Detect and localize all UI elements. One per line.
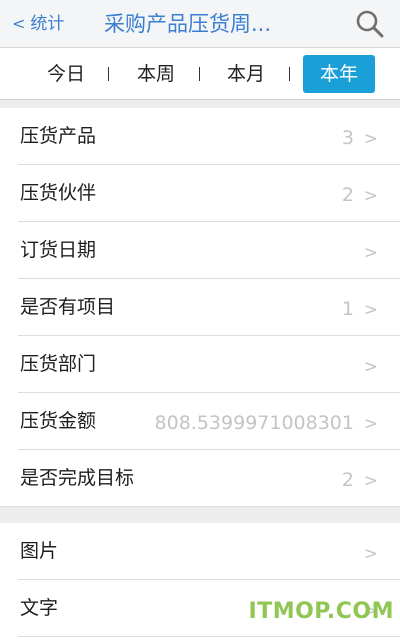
list-item-has-project[interactable]: 是否有项目 1 > [0, 279, 400, 336]
back-button-label: 统计 [30, 14, 65, 34]
section-gap [0, 507, 400, 523]
list-item-stock-department[interactable]: 压货部门 > [0, 336, 400, 393]
chevron-left-icon: < [12, 14, 26, 33]
list-item-order-date[interactable]: 订货日期 > [0, 222, 400, 279]
list-item-images[interactable]: 图片 > [0, 523, 400, 580]
list-item-label: 文字 [20, 597, 59, 619]
back-button[interactable]: < 统计 [12, 12, 64, 36]
section-gap [0, 100, 400, 108]
search-button[interactable] [354, 8, 386, 40]
list-item-label: 压货产品 [20, 125, 97, 147]
list-item-value: 808.5399971008301 [154, 412, 354, 434]
page-title: 采购产品压货周... [104, 12, 272, 36]
list-item-value: 1 [341, 298, 354, 320]
search-icon [356, 10, 384, 38]
list-item-target-completed[interactable]: 是否完成目标 2 > [0, 450, 400, 507]
tab-divider [289, 67, 290, 81]
list-item-stock-amount[interactable]: 压货金额 808.5399971008301 > [0, 393, 400, 450]
period-tabs: 今日 本周 本月 本年 [0, 48, 400, 100]
chevron-right-icon: > [363, 129, 378, 149]
list-item-label: 是否完成目标 [20, 467, 135, 489]
tab-this-year[interactable]: 本年 [303, 55, 375, 93]
tab-today[interactable]: 今日 [34, 55, 98, 93]
chevron-right-icon: > [363, 243, 378, 263]
chevron-right-icon: > [363, 186, 378, 206]
list-item-stock-partner[interactable]: 压货伙伴 2 > [0, 165, 400, 222]
list-item-value: 2 [341, 184, 354, 206]
watermark: ITMOP.COM [248, 599, 394, 624]
chevron-right-icon: > [363, 300, 378, 320]
chevron-right-icon: > [363, 471, 378, 491]
list-item-label: 压货金额 [20, 410, 97, 432]
list-item-label: 是否有项目 [20, 296, 116, 318]
list-item-label: 订货日期 [20, 239, 97, 261]
tab-this-week[interactable]: 本周 [124, 55, 188, 93]
tab-divider [108, 67, 109, 81]
list-item-label: 压货伙伴 [20, 182, 97, 204]
tab-this-month[interactable]: 本月 [214, 55, 278, 93]
filter-list: 压货产品 3 > 压货伙伴 2 > 订货日期 > 是否有项目 1 > 压货部门 … [0, 108, 400, 507]
list-item-label: 图片 [20, 540, 59, 562]
list-item-label: 压货部门 [20, 353, 97, 375]
list-item-stock-product[interactable]: 压货产品 3 > [0, 108, 400, 165]
chevron-right-icon: > [363, 357, 378, 377]
top-navbar: < 统计 采购产品压货周... [0, 0, 400, 48]
tab-divider [199, 67, 200, 81]
list-item-value: 3 [341, 127, 354, 149]
chevron-right-icon: > [363, 544, 378, 564]
list-item-value: 2 [341, 469, 354, 491]
chevron-right-icon: > [363, 414, 378, 434]
